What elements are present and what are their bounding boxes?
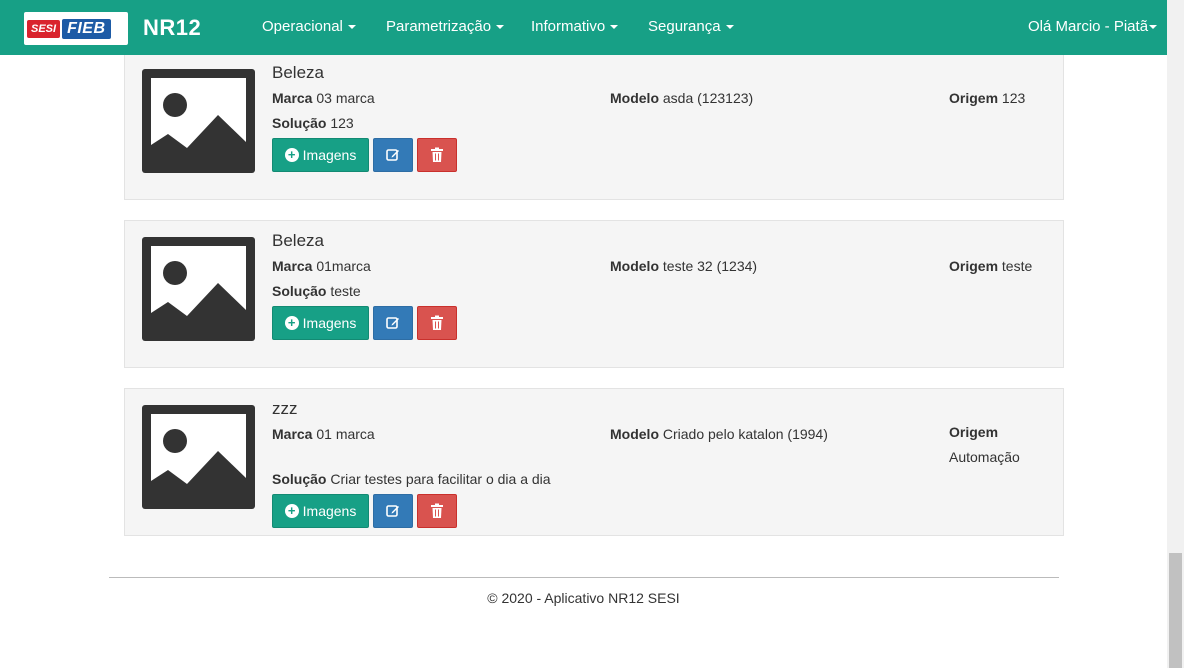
trash-icon bbox=[431, 147, 443, 162]
item-title: Beleza bbox=[272, 63, 324, 82]
caret-down-icon bbox=[610, 25, 619, 30]
footer-divider bbox=[109, 577, 1059, 578]
images-button-label: Imagens bbox=[302, 147, 357, 163]
item-solucao: Solução teste bbox=[272, 283, 361, 299]
menu-operacional[interactable]: Operacional bbox=[262, 18, 356, 35]
solucao-value: Criar testes para facilitar o dia a dia bbox=[330, 471, 551, 487]
solucao-label: Solução bbox=[272, 471, 327, 487]
plus-circle-icon: + bbox=[284, 504, 299, 518]
caret-down-icon bbox=[496, 25, 505, 30]
delete-button[interactable] bbox=[417, 494, 457, 528]
menu-parametrizacao[interactable]: Parametrização bbox=[386, 18, 505, 35]
item-actions: + Imagens bbox=[272, 494, 457, 528]
menu-seguranca-label: Segurança bbox=[648, 18, 721, 35]
vertical-scrollbar[interactable] bbox=[1167, 0, 1184, 668]
menu-parametrizacao-label: Parametrização bbox=[386, 18, 492, 35]
origem-label: Origem bbox=[949, 258, 999, 274]
marca-label: Marca bbox=[272, 258, 313, 274]
images-button[interactable]: + Imagens bbox=[272, 138, 369, 172]
marca-value: 01 marca bbox=[316, 426, 375, 442]
images-button[interactable]: + Imagens bbox=[272, 494, 369, 528]
menu-informativo-label: Informativo bbox=[531, 18, 606, 35]
solucao-value: teste bbox=[330, 283, 361, 299]
plus-circle-icon: + bbox=[284, 316, 299, 330]
origem-value: 123 bbox=[1001, 90, 1026, 106]
modelo-label: Modelo bbox=[610, 426, 659, 442]
modelo-label: Modelo bbox=[610, 258, 659, 274]
solucao-label: Solução bbox=[272, 283, 327, 299]
item-card: Beleza Marca 01marca Modelo teste 32 (12… bbox=[124, 220, 1064, 368]
marca-value: 03 marca bbox=[316, 90, 375, 106]
item-actions: + Imagens bbox=[272, 306, 457, 340]
origem-label: Origem bbox=[949, 424, 999, 440]
image-placeholder-icon bbox=[142, 405, 255, 509]
marca-label: Marca bbox=[272, 426, 313, 442]
item-title: zzz bbox=[272, 399, 298, 418]
delete-button[interactable] bbox=[417, 138, 457, 172]
marca-value: 01marca bbox=[316, 258, 371, 274]
delete-button[interactable] bbox=[417, 306, 457, 340]
menu-informativo[interactable]: Informativo bbox=[531, 18, 619, 35]
modelo-value: Criado pelo katalon (1994) bbox=[662, 426, 828, 442]
sistema-fieb-logo[interactable]: SESI FIEB bbox=[24, 12, 128, 45]
solucao-value: 123 bbox=[330, 115, 354, 131]
modelo-value: teste 32 (1234) bbox=[662, 258, 758, 274]
item-solucao: Solução 123 bbox=[272, 115, 354, 131]
origem-value: Automação bbox=[949, 449, 1020, 465]
item-actions: + Imagens bbox=[272, 138, 457, 172]
top-navbar: SESI FIEB NR12 Operacional Parametrizaçã… bbox=[0, 0, 1167, 55]
modelo-value: asda (123123) bbox=[662, 90, 754, 106]
edit-icon bbox=[386, 505, 399, 517]
modelo-label: Modelo bbox=[610, 90, 659, 106]
brand-title[interactable]: NR12 bbox=[143, 15, 201, 41]
item-title: Beleza bbox=[272, 231, 324, 250]
caret-down-icon bbox=[1149, 25, 1158, 30]
item-marca: Marca 01 marca bbox=[272, 426, 375, 442]
edit-button[interactable] bbox=[373, 138, 413, 172]
image-placeholder-icon bbox=[142, 69, 255, 173]
caret-down-icon bbox=[347, 25, 356, 30]
user-menu[interactable]: Olá Marcio - Piatã bbox=[1028, 18, 1158, 35]
page: SESI FIEB NR12 Operacional Parametrizaçã… bbox=[0, 0, 1184, 668]
item-modelo: Modelo Criado pelo katalon (1994) bbox=[610, 426, 828, 442]
edit-button[interactable] bbox=[373, 306, 413, 340]
item-modelo: Modelo teste 32 (1234) bbox=[610, 258, 757, 274]
edit-icon bbox=[386, 149, 399, 161]
images-button-label: Imagens bbox=[302, 503, 357, 519]
image-placeholder-icon bbox=[142, 237, 255, 341]
menu-operacional-label: Operacional bbox=[262, 18, 343, 35]
origem-value: teste bbox=[1001, 258, 1033, 274]
item-origem: Origem teste bbox=[949, 258, 1032, 274]
marca-label: Marca bbox=[272, 90, 313, 106]
item-modelo: Modelo asda (123123) bbox=[610, 90, 753, 106]
origem-label: Origem bbox=[949, 90, 999, 106]
trash-icon bbox=[431, 315, 443, 330]
logo-fieb-text: FIEB bbox=[62, 18, 111, 39]
images-button-label: Imagens bbox=[302, 315, 357, 331]
edit-icon bbox=[386, 317, 399, 329]
item-origem: Origem 123 bbox=[949, 90, 1025, 106]
item-card: Beleza Marca 03 marca Modelo asda (12312… bbox=[124, 52, 1064, 200]
edit-button[interactable] bbox=[373, 494, 413, 528]
caret-down-icon bbox=[725, 25, 734, 30]
images-button[interactable]: + Imagens bbox=[272, 306, 369, 340]
trash-icon bbox=[431, 503, 443, 518]
item-card: zzz Marca 01 marca Modelo Criado pelo ka… bbox=[124, 388, 1064, 536]
item-marca: Marca 01marca bbox=[272, 258, 371, 274]
item-marca: Marca 03 marca bbox=[272, 90, 375, 106]
menu-seguranca[interactable]: Segurança bbox=[648, 18, 734, 35]
scrollbar-thumb[interactable] bbox=[1169, 553, 1182, 668]
solucao-label: Solução bbox=[272, 115, 327, 131]
plus-circle-icon: + bbox=[284, 148, 299, 162]
footer-copyright: © 2020 - Aplicativo NR12 SESI bbox=[487, 590, 680, 606]
user-menu-label: Olá Marcio - Piatã bbox=[1028, 18, 1149, 35]
logo-sesi-text: SESI bbox=[27, 19, 61, 38]
item-origem: Origem Automação bbox=[949, 420, 1020, 470]
item-solucao: Solução Criar testes para facilitar o di… bbox=[272, 471, 551, 487]
